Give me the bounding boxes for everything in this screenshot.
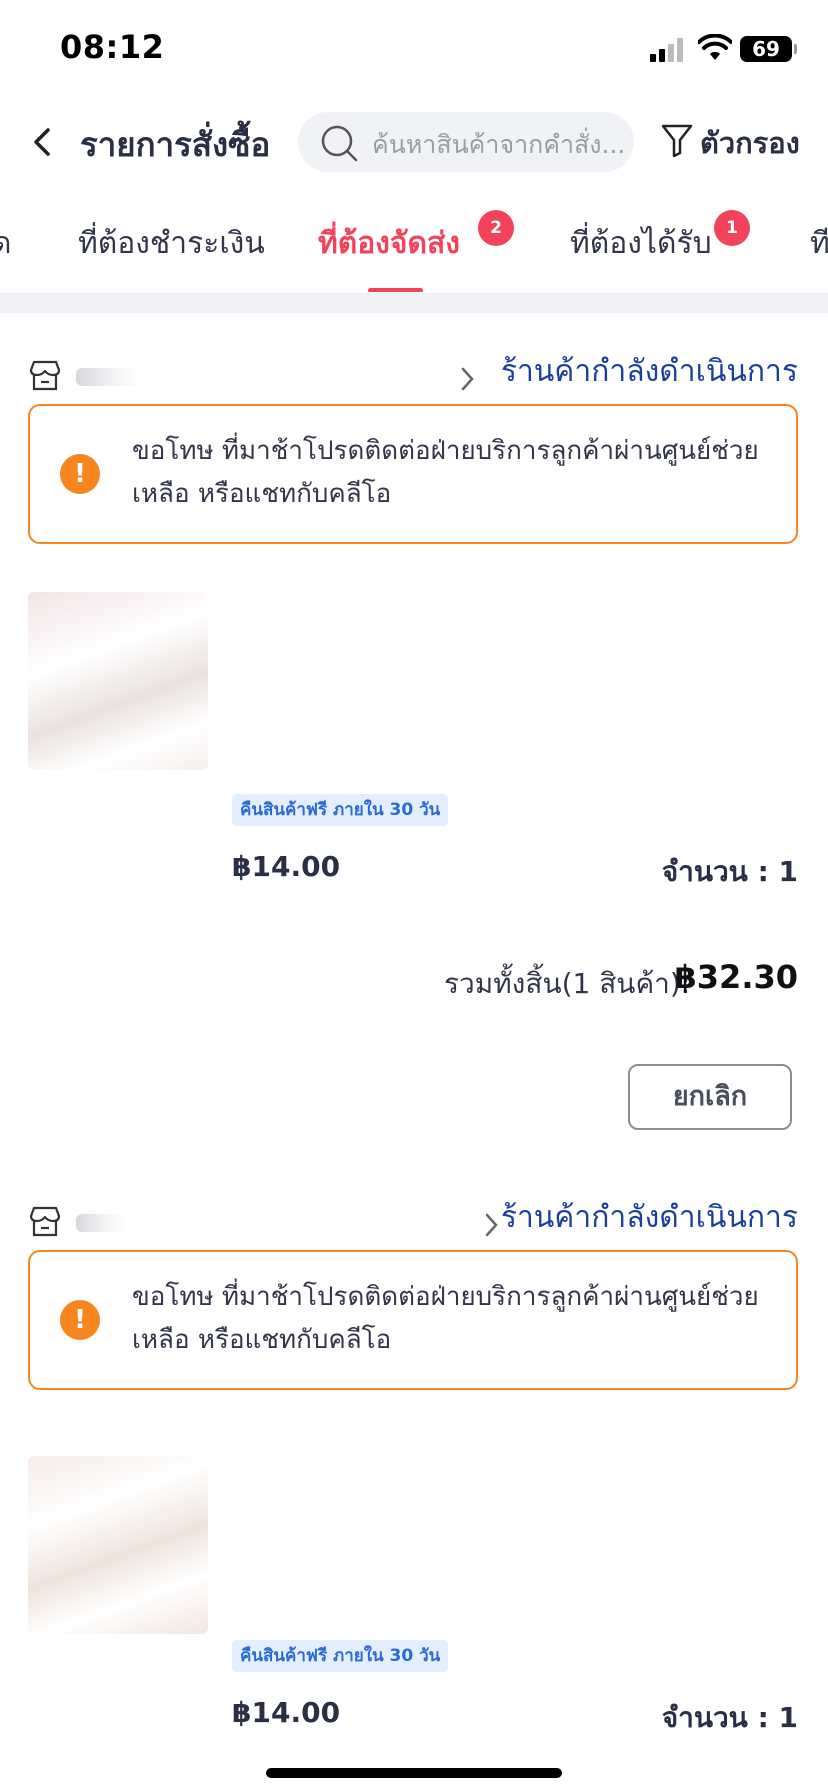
cancel-order-button[interactable]: ยกเลิก [628,1064,792,1130]
order-status-text: ร้านค้ากำลังดำเนินการ [500,354,798,389]
order-total-value: ฿32.30 [674,958,798,996]
product-image[interactable] [28,1456,208,1634]
filter-button[interactable]: ตัวกรอง [700,120,800,166]
tab-to-receive[interactable]: ที่ต้องได้รับ [570,220,712,267]
tab-to-ship[interactable]: ที่ต้องจัดส่ง [318,220,460,267]
chevron-right-icon[interactable] [460,366,476,392]
battery-icon: 69 [740,36,792,62]
delay-notice: ! ขอโทษ ที่มาช้าโปรดติดต่อฝ่ายบริการลูกค… [28,1250,798,1390]
shop-name-redacted[interactable] [76,1214,146,1232]
status-bar: 08:12 69 [0,0,828,100]
filter-icon[interactable] [660,122,694,158]
search-input[interactable]: ค้นหาสินค้าจากคำสั่ง... [298,112,634,172]
search-icon [321,125,358,162]
battery-cap [794,44,797,54]
tab-previous[interactable]: ด [0,220,11,267]
tab-to-ship-badge: 2 [478,210,514,246]
store-icon [29,360,61,391]
product-price: ฿14.00 [232,850,341,883]
active-tab-indicator [368,288,423,292]
home-indicator [266,1768,562,1778]
tab-next[interactable]: ที [810,220,828,267]
warning-icon: ! [60,1300,100,1340]
page-title: รายการสั่งซื้อ [80,125,271,164]
store-icon [29,1206,61,1237]
order-status-text: ร้านค้ากำลังดำเนินการ [500,1200,798,1235]
product-image[interactable] [28,592,208,770]
chevron-right-icon[interactable] [484,1212,500,1238]
tab-to-pay[interactable]: ที่ต้องชำระเงิน [78,220,265,267]
delay-notice: ! ขอโทษ ที่มาช้าโปรดติดต่อฝ่ายบริการลูกค… [28,404,798,544]
free-return-tag: คืนสินค้าฟรี ภายใน 30 วัน [232,794,449,826]
product-quantity: จำนวน : 1 [661,855,798,888]
order-total-label: รวมทั้งสิ้น(1 สินค้า): [444,967,691,1000]
section-divider [0,293,828,313]
header: รายการสั่งซื้อ ค้นหาสินค้าจากคำสั่ง... ต… [0,100,828,190]
free-return-tag: คืนสินค้าฟรี ภายใน 30 วัน [232,1640,449,1672]
product-price: ฿14.00 [232,1696,341,1729]
wifi-icon [698,34,732,60]
notice-text: ขอโทษ ที่มาช้าโปรดติดต่อฝ่ายบริการลูกค้า… [132,1282,759,1355]
status-time: 08:12 [60,28,165,66]
cellular-signal-icon [650,38,683,62]
warning-icon: ! [60,454,100,494]
notice-text: ขอโทษ ที่มาช้าโปรดติดต่อฝ่ายบริการลูกค้า… [132,436,759,509]
product-quantity: จำนวน : 1 [661,1701,798,1734]
back-arrow-icon[interactable] [28,122,58,162]
search-placeholder: ค้นหาสินค้าจากคำสั่ง... [372,130,626,159]
shop-name-redacted[interactable] [76,368,166,386]
tab-to-receive-badge: 1 [714,210,750,246]
order-status-tabs: ด ที่ต้องชำระเงิน ที่ต้องจัดส่ง 2 ที่ต้อ… [0,200,828,292]
